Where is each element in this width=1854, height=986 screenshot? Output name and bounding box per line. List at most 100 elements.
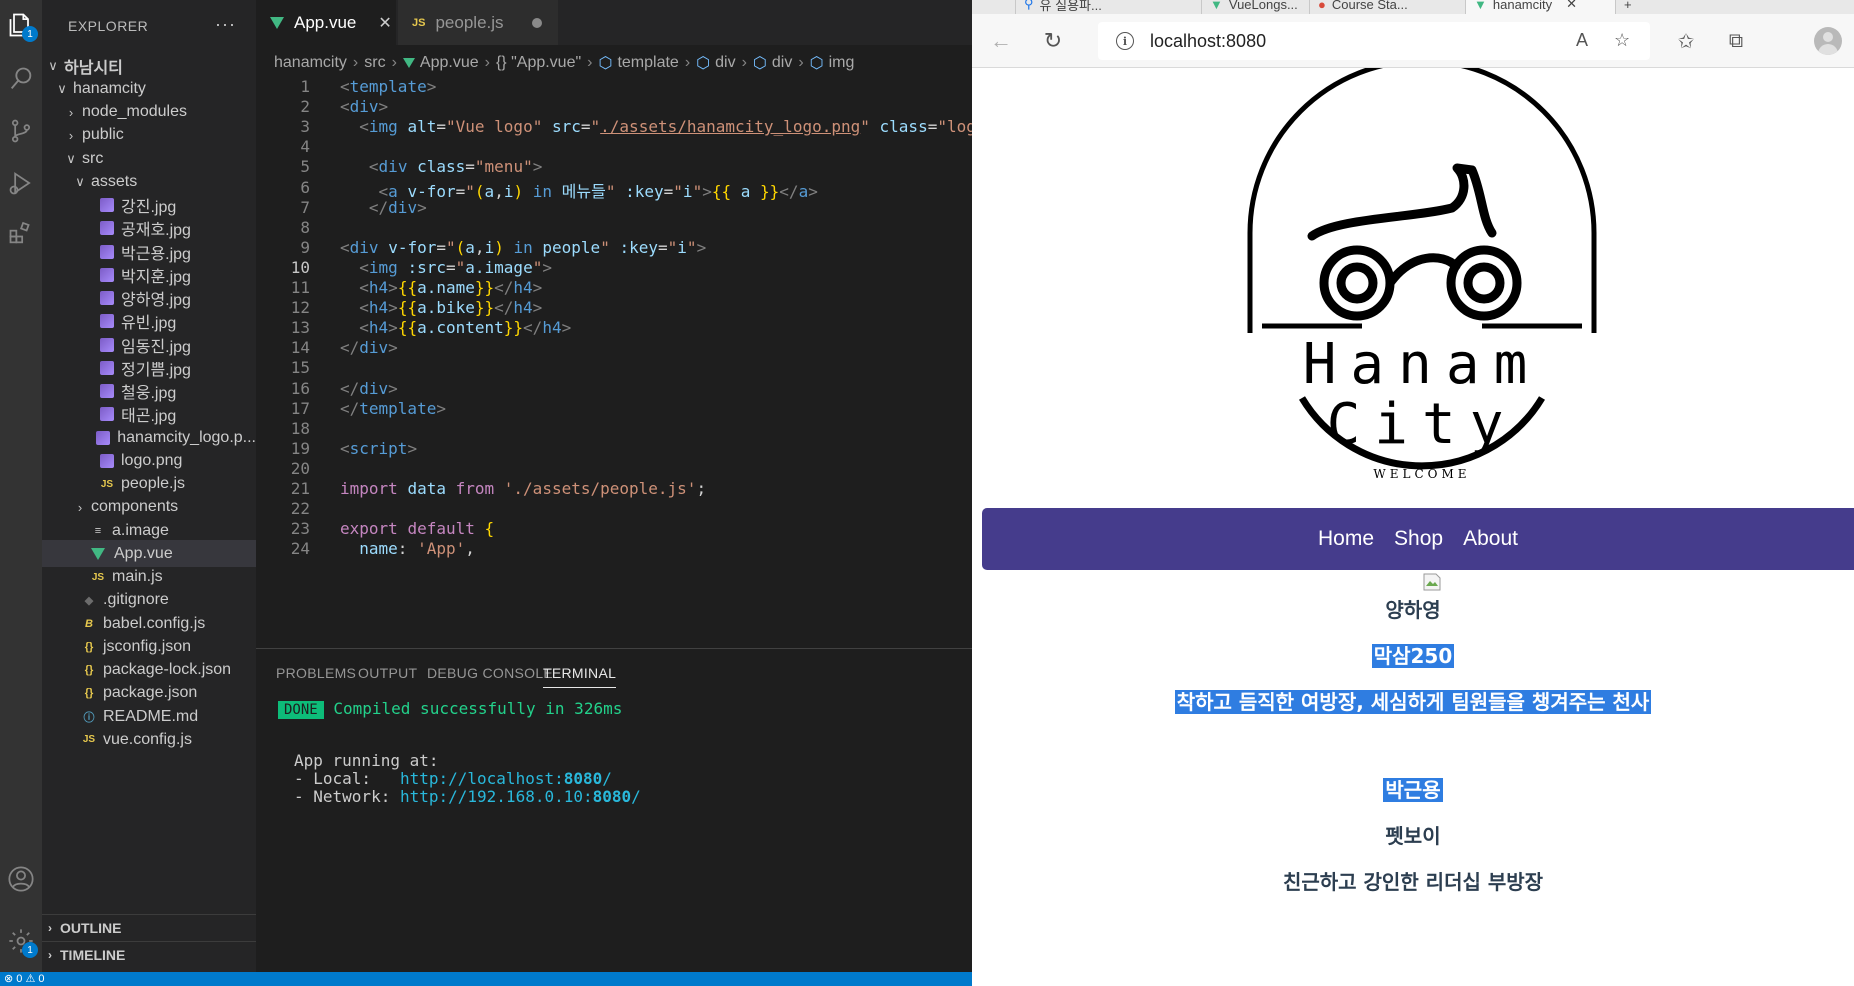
code-token: > bbox=[378, 97, 389, 117]
run-debug-icon[interactable] bbox=[4, 166, 38, 200]
code-line[interactable]: 5 <div class="menu"> bbox=[256, 157, 972, 179]
breadcrumb-item[interactable]: img bbox=[829, 54, 855, 72]
outline-section[interactable]: › OUTLINE bbox=[42, 914, 256, 940]
code-token: > bbox=[542, 257, 552, 277]
code-line[interactable]: 14 </div> bbox=[256, 338, 972, 360]
info-icon[interactable]: i bbox=[1116, 32, 1134, 50]
line-number: 24 bbox=[290, 539, 310, 559]
account-icon[interactable] bbox=[4, 862, 38, 896]
code-line[interactable]: 4 bbox=[256, 137, 972, 159]
nav-link-home[interactable]: Home bbox=[1318, 527, 1374, 551]
code-line[interactable]: 24 name: 'App', bbox=[256, 539, 972, 561]
code-line[interactable]: 12 <h4>{{a.bike}}</h4> bbox=[256, 298, 972, 320]
code-line[interactable]: 2 <div> bbox=[256, 97, 972, 119]
tree-item-label: vue.config.js bbox=[103, 730, 192, 748]
code-token: " bbox=[446, 237, 456, 257]
chevron-right-icon: › bbox=[77, 499, 83, 515]
collections-icon[interactable]: ⧉ bbox=[1722, 27, 1750, 55]
browser-tab[interactable]: ⚲ 유 실용파... bbox=[1016, 0, 1202, 14]
person-bike: 펫보이 bbox=[972, 820, 1854, 849]
problems-status[interactable]: ⊗ 0 ⚠ 0 bbox=[4, 973, 44, 985]
code-line[interactable]: 10 <img :src="a.image"> bbox=[256, 258, 972, 280]
person-name-text: 박근용 bbox=[1383, 778, 1443, 802]
tab-people-js[interactable]: JS people.js bbox=[398, 0, 558, 45]
code-line[interactable]: 6 <a v-for="(a,i) in 메뉴들" :key="i">{{ a … bbox=[256, 178, 972, 201]
source-control-icon[interactable] bbox=[4, 114, 38, 148]
browser-tab[interactable]: ● Course Sta... bbox=[1310, 0, 1466, 14]
code-line[interactable]: 16 </div> bbox=[256, 379, 972, 401]
address-bar[interactable]: i localhost:8080 A ☆ bbox=[1098, 22, 1650, 60]
code-line[interactable]: 8 bbox=[256, 218, 972, 240]
breadcrumb-item[interactable]: hanamcity bbox=[274, 54, 347, 72]
reload-icon[interactable]: ↻ bbox=[1038, 26, 1068, 56]
breadcrumb-item[interactable]: template bbox=[617, 54, 678, 72]
browser-tab[interactable]: ▼ VueLongs... bbox=[1202, 0, 1310, 14]
terminal-compiled-line: DONE Compiled successfully in 326ms bbox=[278, 699, 622, 719]
unsaved-dot-icon[interactable] bbox=[531, 17, 542, 28]
new-tab-button[interactable]: + bbox=[1616, 0, 1656, 14]
code-line[interactable]: 23 export default { bbox=[256, 519, 972, 541]
code-token: {{ bbox=[397, 278, 418, 297]
code-line[interactable]: 20 bbox=[256, 459, 972, 481]
panel-tab-problems[interactable]: PROBLEMS bbox=[276, 665, 356, 681]
code-line[interactable]: 13 <h4>{{a.content}}</h4> bbox=[256, 318, 972, 340]
person-name: 박근용 bbox=[972, 774, 1854, 803]
profile-avatar[interactable] bbox=[1814, 27, 1842, 55]
close-icon[interactable]: ✕ bbox=[1566, 0, 1577, 12]
breadcrumb-item[interactable]: div bbox=[715, 54, 735, 72]
code-line[interactable]: 21 import data from './assets/people.js'; bbox=[256, 479, 972, 501]
tab-actions-icon[interactable] bbox=[972, 0, 1016, 14]
add-favorite-icon[interactable]: ☆ bbox=[1614, 30, 1630, 51]
code-line[interactable]: 19 <script> bbox=[256, 439, 972, 461]
code-token: " bbox=[600, 237, 610, 257]
tree-item-label: 공재호.jpg bbox=[121, 222, 191, 240]
file-tree-item[interactable]: JS vue.config.js bbox=[42, 726, 256, 753]
code-line[interactable]: 3 <img alt="Vue logo" src="./assets/hana… bbox=[256, 117, 972, 139]
code-token: < bbox=[340, 97, 350, 117]
explorer-more-button[interactable]: ··· bbox=[215, 14, 236, 35]
code-line[interactable]: 7 </div> bbox=[256, 198, 972, 220]
breadcrumb-item[interactable]: {} "App.vue" bbox=[496, 54, 581, 72]
extensions-icon[interactable] bbox=[4, 216, 38, 250]
page-viewport: Hanam City WELCOME Home Shop About 양하영 막… bbox=[972, 68, 1854, 986]
code-token: " bbox=[686, 237, 697, 257]
code-token: > bbox=[696, 237, 707, 257]
nav-link-about[interactable]: About bbox=[1463, 527, 1518, 551]
code-line[interactable]: 22 bbox=[256, 499, 972, 521]
code-token: > bbox=[388, 338, 398, 358]
code-token: < bbox=[359, 257, 369, 277]
read-aloud-icon[interactable]: A bbox=[1576, 30, 1588, 51]
explorer-icon[interactable]: 1 bbox=[4, 8, 38, 42]
code-token: a.bike bbox=[417, 298, 475, 318]
code-text: </div> bbox=[340, 379, 398, 398]
nav-link-shop[interactable]: Shop bbox=[1394, 527, 1443, 551]
search-icon[interactable] bbox=[4, 62, 38, 96]
panel-tab-terminal[interactable]: TERMINAL bbox=[543, 665, 617, 688]
code-line[interactable]: 18 bbox=[256, 419, 972, 441]
vue-file-icon bbox=[270, 16, 284, 29]
close-icon[interactable]: ✕ bbox=[378, 13, 391, 33]
local-url-link[interactable]: http://localhost:8080/ bbox=[400, 769, 612, 788]
tab-app-vue[interactable]: App.vue ✕ bbox=[256, 0, 396, 45]
code-line[interactable]: 1 <template> bbox=[256, 77, 972, 99]
tree-item-label: public bbox=[82, 126, 124, 144]
code-line[interactable]: 17 </template> bbox=[256, 399, 972, 421]
favorites-icon[interactable]: ✩ bbox=[1672, 27, 1700, 55]
browser-tab-active[interactable]: ▼ hanamcity ✕ bbox=[1466, 0, 1616, 14]
breadcrumb-item[interactable]: App.vue bbox=[420, 54, 479, 72]
timeline-section[interactable]: › TIMELINE bbox=[42, 941, 256, 967]
code-line[interactable]: 9 <div v-for="(a,i) in people" :key="i"> bbox=[256, 238, 972, 260]
breadcrumb-item[interactable]: div bbox=[772, 54, 792, 72]
network-url-link[interactable]: http://192.168.0.10:8080/ bbox=[400, 787, 641, 806]
code-line[interactable]: 11 <h4>{{a.name}}</h4> bbox=[256, 278, 972, 300]
url-text[interactable]: localhost:8080 bbox=[1150, 31, 1266, 52]
code-line[interactable]: 15 bbox=[256, 358, 972, 380]
settings-gear-icon[interactable]: 1 bbox=[4, 924, 38, 958]
back-arrow-icon[interactable]: ← bbox=[986, 26, 1016, 56]
panel-tab-output[interactable]: OUTPUT bbox=[358, 665, 417, 681]
breadcrumb-item[interactable]: src bbox=[364, 54, 385, 72]
tree-item-label: babel.config.js bbox=[103, 614, 206, 632]
panel-tab-debug-console[interactable]: DEBUG CONSOLE bbox=[427, 665, 553, 681]
code-editor[interactable]: 1 <template> 2 <div> 3 <img alt="Vue logo" s… bbox=[256, 77, 972, 645]
